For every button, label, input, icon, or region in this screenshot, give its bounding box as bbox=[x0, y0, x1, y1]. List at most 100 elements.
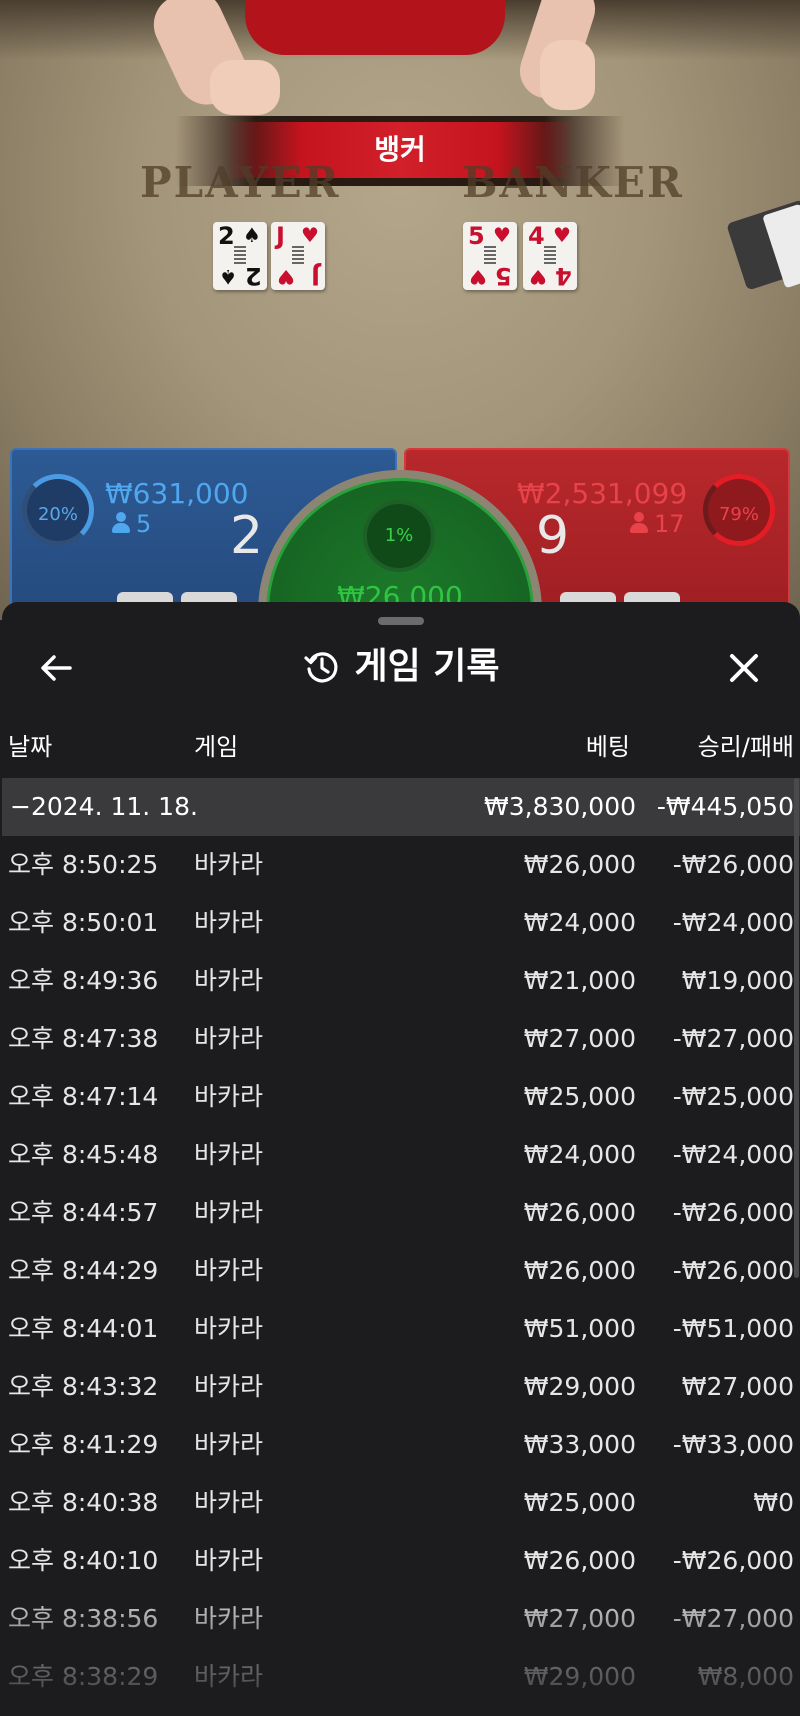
banker-bettor-count-value: 17 bbox=[654, 510, 685, 538]
row-game: 바카라 bbox=[194, 1488, 264, 1517]
row-bet: ₩25,000 bbox=[523, 1082, 636, 1111]
row-time: 오후 8:41:29 bbox=[8, 1430, 159, 1459]
player-total-bet: ₩631,000 bbox=[105, 477, 249, 510]
dealer-hand-right bbox=[540, 40, 595, 110]
row-time: 오후 8:40:10 bbox=[8, 1546, 159, 1575]
card-suit-inverted: ♥ bbox=[529, 265, 547, 289]
card-face-pattern bbox=[292, 246, 304, 264]
card-suit: ♥ bbox=[493, 223, 511, 247]
row-game: 바카라 bbox=[194, 1140, 264, 1169]
game-history-sheet: 게임 기록 날짜 게임 베팅 승리/패배 −2024. 11. 18. ₩3,8… bbox=[2, 602, 800, 1716]
card-suit: ♥ bbox=[301, 223, 319, 247]
table-row[interactable]: 오후 8:43:32 바카라 ₩29,000 ₩27,000 bbox=[2, 1358, 800, 1416]
card-rank: J bbox=[276, 222, 285, 250]
date-group-row[interactable]: −2024. 11. 18. ₩3,830,000 -₩445,050 bbox=[2, 778, 800, 836]
row-result: -₩51,000 bbox=[672, 1314, 794, 1343]
card-suit: ♠ bbox=[243, 223, 261, 247]
row-bet: ₩26,000 bbox=[523, 1198, 636, 1227]
date-group-total-result: -₩445,050 bbox=[656, 792, 794, 821]
row-result: -₩26,000 bbox=[672, 1256, 794, 1285]
table-row[interactable]: 오후 8:47:14 바카라 ₩25,000 -₩25,000 bbox=[2, 1068, 800, 1126]
row-time: 오후 8:44:57 bbox=[8, 1198, 159, 1227]
row-game: 바카라 bbox=[194, 1256, 264, 1285]
row-result: ₩19,000 bbox=[681, 966, 794, 995]
card-rank-inverted: J bbox=[311, 262, 320, 290]
row-result: -₩24,000 bbox=[672, 1140, 794, 1169]
table-row[interactable]: 오후 8:49:36 바카라 ₩21,000 ₩19,000 bbox=[2, 952, 800, 1010]
row-game: 바카라 bbox=[194, 908, 264, 937]
row-result: ₩27,000 bbox=[681, 1372, 794, 1401]
card-rank-inverted: 2 bbox=[245, 262, 262, 290]
sheet-header: 게임 기록 bbox=[2, 642, 800, 692]
table-row[interactable]: 오후 8:38:56 바카라 ₩27,000 -₩27,000 bbox=[2, 1590, 800, 1648]
row-result: -₩26,000 bbox=[672, 850, 794, 879]
scrollbar[interactable] bbox=[794, 778, 799, 1278]
table-row[interactable]: 오후 8:38:29 바카라 ₩29,000 ₩8,000 bbox=[2, 1648, 800, 1706]
row-bet: ₩33,000 bbox=[523, 1430, 636, 1459]
live-game-view: 뱅커 PLAYER BANKER 2 ♠ 2 ♠ J ♥ J ♥ 5 ♥ 5 ♥… bbox=[0, 0, 800, 620]
row-bet: ₩26,000 bbox=[523, 1256, 636, 1285]
table-row[interactable]: 오후 8:44:01 바카라 ₩51,000 -₩51,000 bbox=[2, 1300, 800, 1358]
table-row[interactable]: 오후 8:40:10 바카라 ₩26,000 -₩26,000 bbox=[2, 1532, 800, 1590]
row-time: 오후 8:50:01 bbox=[8, 908, 159, 937]
table-row[interactable]: 오후 8:41:29 바카라 ₩33,000 -₩33,000 bbox=[2, 1416, 800, 1474]
history-list: 오후 8:50:25 바카라 ₩26,000 -₩26,000 오후 8:50:01 바카… bbox=[2, 836, 800, 1706]
card-rank: 5 bbox=[468, 222, 485, 250]
row-time: 오후 8:50:25 bbox=[8, 850, 159, 879]
row-result: ₩0 bbox=[753, 1488, 794, 1517]
page-title: 게임 기록 bbox=[354, 646, 500, 687]
table-row[interactable]: 오후 8:40:38 바카라 ₩25,000 ₩0 bbox=[2, 1474, 800, 1532]
dealer bbox=[245, 0, 505, 55]
row-bet: ₩24,000 bbox=[523, 908, 636, 937]
banker-card-1: 5 ♥ 5 ♥ bbox=[463, 222, 517, 290]
row-result: -₩26,000 bbox=[672, 1546, 794, 1575]
column-header-bet: 베팅 bbox=[585, 733, 630, 761]
table-row[interactable]: 오후 8:50:01 바카라 ₩24,000 -₩24,000 bbox=[2, 894, 800, 952]
history-icon bbox=[302, 647, 342, 687]
close-button[interactable] bbox=[720, 644, 768, 692]
player-bettor-count: 5 bbox=[112, 510, 151, 538]
player-percent-ring: 20% bbox=[22, 474, 94, 546]
date-group-label: −2024. 11. 18. bbox=[10, 792, 198, 821]
card-suit-inverted: ♠ bbox=[219, 265, 237, 289]
card-rank-inverted: 4 bbox=[555, 262, 572, 290]
table-row[interactable]: 오후 8:50:25 바카라 ₩26,000 -₩26,000 bbox=[2, 836, 800, 894]
row-time: 오후 8:45:48 bbox=[8, 1140, 159, 1169]
card-suit: ♥ bbox=[553, 223, 571, 247]
row-result: -₩26,000 bbox=[672, 1198, 794, 1227]
table-row[interactable]: 오후 8:44:57 바카라 ₩26,000 -₩26,000 bbox=[2, 1184, 800, 1242]
table-label-banker: BANKER bbox=[462, 158, 684, 207]
row-result: -₩27,000 bbox=[672, 1604, 794, 1633]
banker-bettor-count: 17 bbox=[630, 510, 685, 538]
row-time: 오후 8:44:01 bbox=[8, 1314, 159, 1343]
row-bet: ₩24,000 bbox=[523, 1140, 636, 1169]
row-game: 바카라 bbox=[194, 1198, 264, 1227]
banker-score: 9 bbox=[536, 506, 570, 566]
row-game: 바카라 bbox=[194, 1430, 264, 1459]
row-bet: ₩25,000 bbox=[523, 1488, 636, 1517]
column-header-game: 게임 bbox=[194, 733, 239, 761]
table-row[interactable]: 오후 8:45:48 바카라 ₩24,000 -₩24,000 bbox=[2, 1126, 800, 1184]
row-result: ₩8,000 bbox=[697, 1662, 794, 1691]
table-row[interactable]: 오후 8:44:29 바카라 ₩26,000 -₩26,000 bbox=[2, 1242, 800, 1300]
row-game: 바카라 bbox=[194, 1024, 264, 1053]
tie-percent-ring: 1% bbox=[363, 500, 435, 572]
card-suit-inverted: ♥ bbox=[469, 265, 487, 289]
row-time: 오후 8:38:29 bbox=[8, 1662, 159, 1691]
person-icon bbox=[112, 512, 130, 534]
row-time: 오후 8:38:56 bbox=[8, 1604, 159, 1633]
row-bet: ₩29,000 bbox=[523, 1372, 636, 1401]
column-header-date: 날짜 bbox=[8, 733, 53, 761]
table-row[interactable]: 오후 8:47:38 바카라 ₩27,000 -₩27,000 bbox=[2, 1010, 800, 1068]
row-game: 바카라 bbox=[194, 1604, 264, 1633]
row-time: 오후 8:47:14 bbox=[8, 1082, 159, 1111]
row-bet: ₩27,000 bbox=[523, 1024, 636, 1053]
row-game: 바카라 bbox=[194, 1082, 264, 1111]
row-game: 바카라 bbox=[194, 966, 264, 995]
row-game: 바카라 bbox=[194, 850, 264, 879]
row-result: -₩33,000 bbox=[672, 1430, 794, 1459]
sheet-drag-handle[interactable] bbox=[378, 617, 424, 625]
row-result: -₩25,000 bbox=[672, 1082, 794, 1111]
row-bet: ₩51,000 bbox=[523, 1314, 636, 1343]
card-rank: 2 bbox=[218, 222, 235, 250]
